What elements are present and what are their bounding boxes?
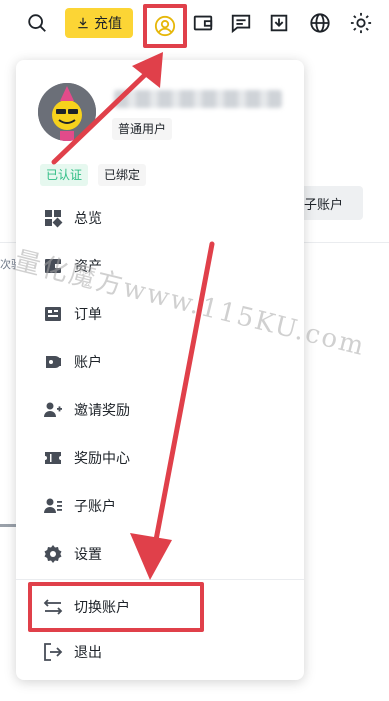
gear-icon (42, 543, 64, 565)
user-icon-highlight-box (143, 4, 187, 48)
menu-item-orders[interactable]: 订单 (16, 292, 304, 336)
search-icon[interactable] (24, 10, 50, 36)
menu-divider (16, 579, 304, 580)
menu-item-invite-rewards[interactable]: 邀请奖励 (16, 388, 304, 432)
menu-item-account[interactable]: 账户 (16, 340, 304, 384)
order-icon (42, 303, 64, 325)
account-icon (42, 351, 64, 373)
download-tray-icon[interactable] (266, 10, 292, 36)
menu-item-overview[interactable]: 总览 (16, 196, 304, 240)
theme-icon[interactable] (348, 10, 374, 36)
globe-icon[interactable] (307, 10, 333, 36)
verified-badge: 已认证 (40, 164, 89, 186)
menu-item-settings[interactable]: 设置 (16, 532, 304, 576)
top-navigation-bar: 充值 (0, 0, 389, 52)
download-icon (78, 17, 88, 29)
dashboard-icon (42, 207, 64, 229)
logout-icon (42, 641, 64, 663)
deposit-label: 充值 (94, 15, 122, 31)
ticket-icon (42, 447, 64, 469)
account-dropdown-menu: 普通用户 已认证 已绑定 总览 资产 订单 账户 邀请奖励 奖励中心 子账户 设… (16, 60, 304, 680)
username-blurred (114, 90, 282, 108)
wallet-icon[interactable] (190, 10, 216, 36)
sub-account-icon (42, 495, 64, 517)
user-type-badge: 普通用户 (112, 118, 173, 140)
avatar[interactable] (38, 83, 96, 141)
menu-item-rewards-center[interactable]: 奖励中心 (16, 436, 304, 480)
menu-item-subaccount[interactable]: 子账户 (16, 484, 304, 528)
add-user-icon (42, 399, 64, 421)
message-icon[interactable] (228, 10, 254, 36)
switch-account-highlight-box (28, 582, 204, 632)
menu-item-logout[interactable]: 退出 (16, 630, 304, 674)
wallet-icon (42, 255, 64, 277)
bound-badge: 已绑定 (98, 164, 147, 186)
deposit-button[interactable]: 充值 (65, 8, 133, 38)
menu-item-assets[interactable]: 资产 (16, 244, 304, 288)
